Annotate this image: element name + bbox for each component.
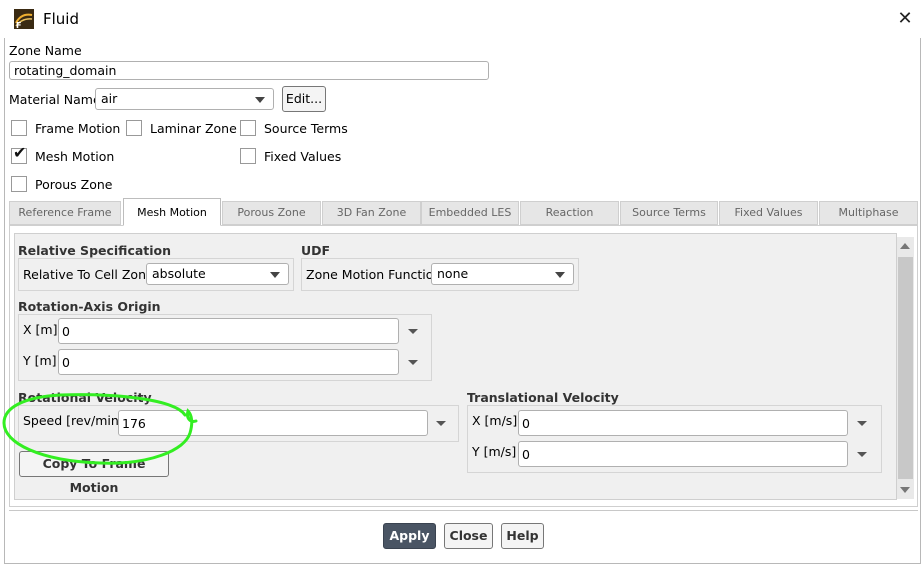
tab-multiphase[interactable]: Multiphase [819,201,918,225]
trans-x-dropdown-icon[interactable] [857,421,867,426]
vertical-scrollbar[interactable] [897,237,914,499]
relative-cell-zone-select[interactable]: absolute [146,263,289,285]
tab-reference-frame[interactable]: Reference Frame [9,201,121,225]
udf-header: UDF [301,243,331,258]
fixed-values-checkbox[interactable] [240,148,256,164]
translational-velocity-header: Translational Velocity [467,390,619,405]
trans-x-label: X [m/s] [472,413,518,428]
zone-motion-function-label: Zone Motion Function [306,267,442,282]
porous-zone-label: Porous Zone [35,177,113,192]
tab-reaction[interactable]: Reaction [520,201,619,225]
relative-spec-header: Relative Specification [18,243,172,258]
scrollbar-thumb[interactable] [898,257,913,479]
porous-zone-checkbox[interactable] [11,176,27,192]
tab-source-terms[interactable]: Source Terms [620,201,718,225]
title-bar: F Fluid ✕ [4,0,921,38]
speed-label: Speed [rev/min] [23,413,124,428]
frame-motion-label: Frame Motion [35,121,121,136]
zone-name-input[interactable]: rotating_domain [9,61,489,80]
origin-x-input[interactable]: 0 [58,318,399,344]
svg-text:F: F [16,21,21,29]
zone-name-label: Zone Name [9,43,82,58]
source-terms-checkbox[interactable] [240,120,256,136]
rotational-velocity-header: Rotational Velocity [18,390,152,405]
bottom-divider [9,510,918,511]
source-terms-label: Source Terms [264,121,348,136]
chevron-down-icon [555,272,565,278]
speed-input[interactable]: 176 [118,410,428,436]
scroll-down-icon[interactable] [900,487,910,493]
material-value: air [101,91,118,106]
window-title: Fluid [43,10,79,28]
mesh-motion-checkbox[interactable]: ✔ [11,145,27,164]
rotation-origin-header: Rotation-Axis Origin [18,299,161,314]
laminar-zone-label: Laminar Zone [150,121,237,136]
copy-to-frame-motion-button[interactable]: Copy To Frame Motion [19,451,169,495]
tab-fixed-values[interactable]: Fixed Values [719,201,818,225]
trans-y-label: Y [m/s] [472,444,517,459]
material-name-label: Material Name [9,92,101,107]
zone-motion-function-value: none [437,266,469,281]
trans-y-dropdown-icon[interactable] [857,452,867,457]
origin-y-label: Y [m] [23,353,57,368]
origin-x-label: X [m] [23,322,58,337]
trans-x-input[interactable]: 0 [518,410,848,436]
tab-embedded-les[interactable]: Embedded LES [421,201,519,225]
origin-y-input[interactable]: 0 [58,349,399,375]
zone-motion-function-select[interactable]: none [431,263,574,285]
close-button[interactable]: Close [444,523,493,549]
scroll-up-icon[interactable] [900,243,910,249]
tab-3d-fan-zone[interactable]: 3D Fan Zone [322,201,421,225]
origin-x-dropdown-icon[interactable] [408,329,418,334]
fluent-app-icon: F [14,9,34,29]
help-button[interactable]: Help [501,523,544,549]
material-select[interactable]: air [95,88,274,110]
frame-motion-checkbox[interactable] [11,120,27,136]
fixed-values-label: Fixed Values [264,149,342,164]
apply-button[interactable]: Apply [383,523,436,549]
origin-y-dropdown-icon[interactable] [408,360,418,365]
chevron-down-icon [255,97,265,103]
close-icon[interactable]: ✕ [896,9,914,27]
chevron-down-icon [270,272,280,278]
tab-mesh-motion[interactable]: Mesh Motion [123,198,221,226]
relative-cell-zone-value: absolute [152,266,206,281]
trans-y-input[interactable]: 0 [518,441,848,467]
speed-dropdown-icon[interactable] [436,421,446,426]
tab-porous-zone[interactable]: Porous Zone [222,201,321,225]
edit-material-button[interactable]: Edit... [282,86,326,112]
checkmark-icon: ✔ [13,145,27,162]
relative-cell-zone-label: Relative To Cell Zone [23,267,154,282]
laminar-zone-checkbox[interactable] [126,120,142,136]
mesh-motion-label: Mesh Motion [35,149,115,164]
